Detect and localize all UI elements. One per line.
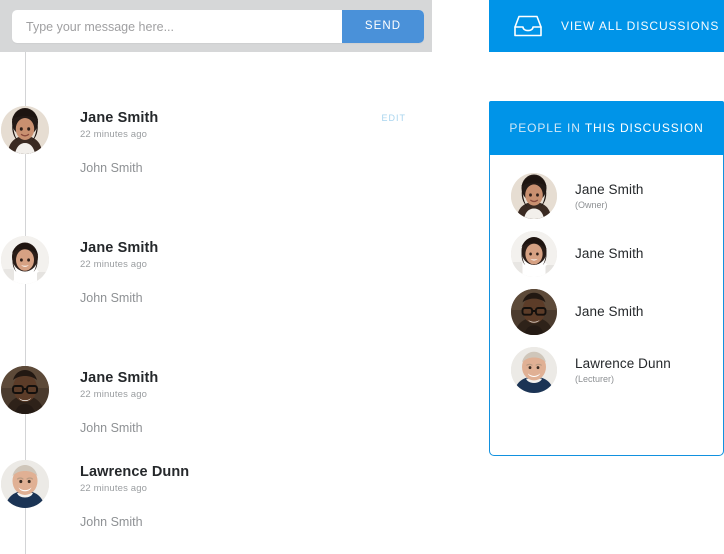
message-body: Jane Smith 22 minutes ago John Smith [80,240,422,306]
person-name: Jane Smith [575,181,644,197]
person-list-item[interactable]: Lawrence Dunn (Lecturer) [490,341,723,399]
message-item[interactable]: Lawrence Dunn 22 minutes ago John Smith [0,442,432,554]
message-text: John Smith [80,161,143,175]
message-author: Lawrence Dunn [80,464,190,480]
message-timestamp: 22 minutes ago [80,129,148,140]
woman-dark-hair-avatar-image [511,173,557,219]
people-card-title: PEOPLE IN THIS DISCUSSION [509,121,703,135]
avatar [511,231,557,277]
person-list-item[interactable]: Jane Smith [490,283,723,341]
message-author: Jane Smith [80,110,159,126]
message-item[interactable]: Jane Smith 22 minutes ago John Smith [0,182,432,312]
person-role: (Lecturer) [575,373,615,384]
message-item[interactable]: Jane Smith 22 minutes ago John Smith EDI… [0,52,432,182]
avatar [1,460,49,508]
edit-link[interactable]: EDIT [381,113,406,123]
message-timestamp: 22 minutes ago [80,389,148,400]
man-glasses-avatar-image [511,289,557,335]
person-info: Jane Smith [575,304,644,320]
message-text: John Smith [80,421,143,435]
avatar [511,289,557,335]
man-glasses-avatar-image [1,366,49,414]
avatar [511,173,557,219]
avatar [511,347,557,393]
person-info: Jane Smith [575,246,644,262]
view-all-discussions-label: VIEW ALL DISCUSSIONS [561,19,720,33]
message-author: Jane Smith [80,240,159,256]
message-item[interactable]: Jane Smith 22 minutes ago John Smith [0,312,432,442]
person-info: Lawrence Dunn (Lecturer) [575,356,671,385]
avatar [1,106,49,154]
people-card-title-bright: THIS DISCUSSION [580,121,704,135]
view-all-discussions-button[interactable]: VIEW ALL DISCUSSIONS [489,0,724,52]
woman-smiling-cup-avatar-image [511,231,557,277]
message-body: Jane Smith 22 minutes ago John Smith [80,110,422,176]
people-card-title-dim: PEOPLE IN [509,121,581,135]
person-name: Jane Smith [575,246,644,261]
avatar [1,236,49,284]
person-role: (Owner) [575,199,608,210]
message-composer-bar: SEND [0,0,432,52]
people-card-header: PEOPLE IN THIS DISCUSSION [489,101,724,155]
message-body: Lawrence Dunn 22 minutes ago John Smith [80,464,422,530]
man-older-blond-avatar-image [511,347,557,393]
inbox-icon [513,14,543,38]
person-name: Lawrence Dunn [575,355,671,371]
woman-smiling-cup-avatar-image [1,236,49,284]
send-button[interactable]: SEND [342,10,424,43]
person-list-item[interactable]: Jane Smith [490,225,723,283]
person-info: Jane Smith (Owner) [575,182,644,211]
person-list-item[interactable]: Jane Smith (Owner) [490,167,723,225]
message-timestamp: 22 minutes ago [80,259,148,270]
message-timestamp: 22 minutes ago [80,483,148,494]
message-author: Jane Smith [80,370,159,386]
message-body: Jane Smith 22 minutes ago John Smith [80,370,422,436]
message-text: John Smith [80,291,143,305]
discussion-thread-column: SEND [0,0,432,554]
man-older-blond-avatar-image [1,460,49,508]
person-name: Jane Smith [575,304,644,319]
avatar [1,366,49,414]
discussion-sidebar: VIEW ALL DISCUSSIONS PEOPLE IN THIS DISC… [489,0,724,554]
message-text: John Smith [80,515,143,529]
people-list: Jane Smith (Owner) Jane Smith Jane Smith… [489,155,724,456]
message-list: Jane Smith 22 minutes ago John Smith EDI… [0,52,432,554]
message-composer: SEND [12,10,424,43]
people-in-discussion-card: PEOPLE IN THIS DISCUSSION Jane Smith (Ow… [489,101,724,456]
woman-dark-hair-avatar-image [1,106,49,154]
message-input[interactable] [12,10,342,43]
